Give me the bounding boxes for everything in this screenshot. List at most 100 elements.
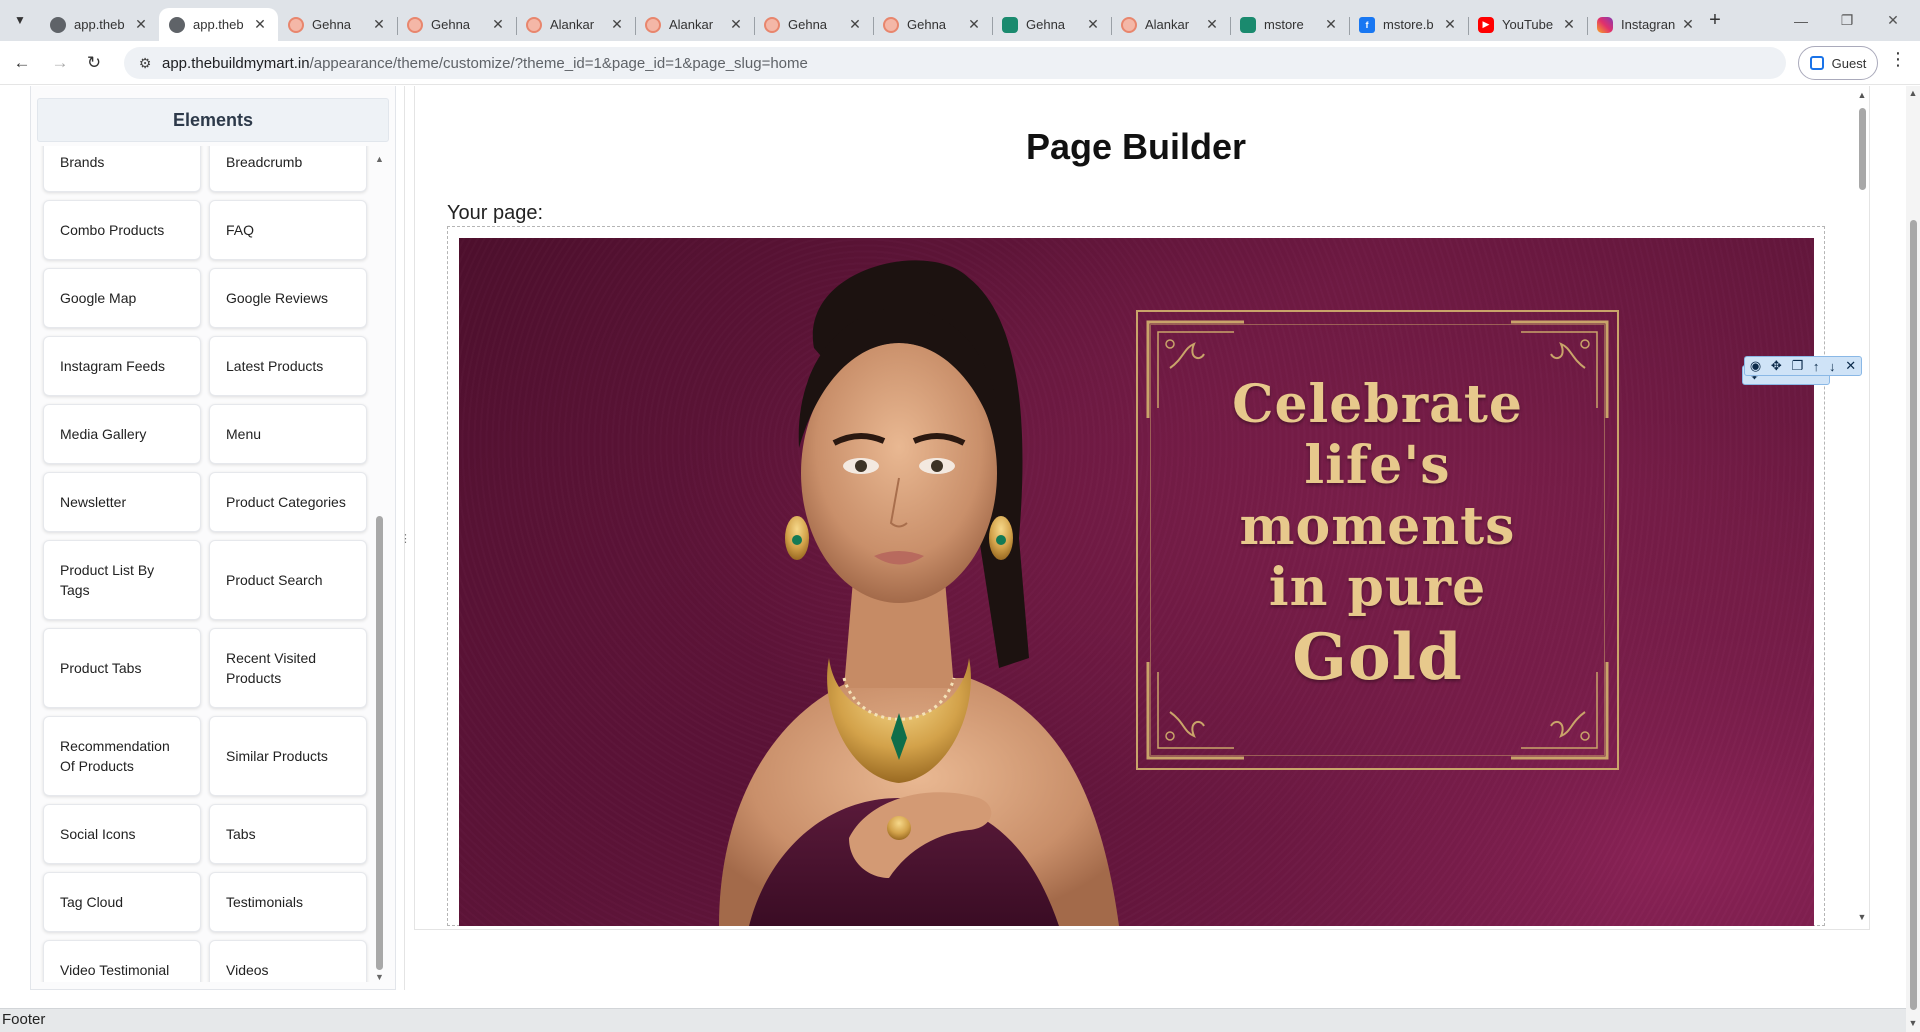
element-card[interactable]: Tag Cloud — [43, 872, 201, 932]
tab-close-icon[interactable]: ✕ — [1442, 16, 1458, 33]
elements-scroll-thumb[interactable] — [376, 516, 383, 970]
url-text[interactable]: app.thebuildmymart.in/appearance/theme/c… — [162, 55, 808, 72]
resize-handle-icon[interactable]: ⋮ — [400, 532, 411, 548]
element-card[interactable]: Google Reviews — [209, 268, 367, 328]
builder-scroll-thumb[interactable] — [1859, 108, 1866, 190]
facebook-icon: f — [1359, 16, 1375, 33]
tab-search-chevron-icon[interactable]: ▼ — [8, 8, 32, 32]
tab-close-icon[interactable]: ✕ — [847, 16, 863, 33]
element-card[interactable]: Recommendation Of Products — [43, 716, 201, 796]
browser-tab[interactable]: Alankar ✕ — [516, 8, 635, 41]
profile-guest-button[interactable]: Guest — [1798, 46, 1878, 80]
page-scrollbar[interactable]: ▲ ▼ — [1906, 86, 1920, 1032]
element-card-label: Testimonials — [226, 894, 304, 910]
element-card[interactable]: Breadcrumb — [209, 146, 367, 192]
element-card[interactable]: Tabs — [209, 804, 367, 864]
tab-close-icon[interactable]: ✕ — [490, 16, 506, 33]
copy-icon[interactable]: ❐ — [1791, 358, 1803, 374]
scroll-up-arrow-icon[interactable]: ▲ — [1857, 90, 1867, 100]
gehna-icon — [288, 16, 304, 33]
element-card-label: Social Icons — [60, 826, 136, 842]
hero-line: life's — [1304, 435, 1451, 496]
browser-tab[interactable]: Gehna ✕ — [397, 8, 516, 41]
browser-tab[interactable]: Alankar ✕ — [1111, 8, 1230, 41]
page-dropzone[interactable]: Celebrate life's moments in pure Gold ✥ … — [447, 226, 1862, 926]
element-card-label: Tabs — [226, 826, 256, 842]
scroll-down-arrow-icon[interactable]: ▼ — [1908, 1018, 1918, 1028]
element-card[interactable]: Video Testimonial — [43, 940, 201, 982]
tab-close-icon[interactable]: ✕ — [371, 16, 387, 33]
forward-arrow-icon[interactable]: → — [46, 49, 74, 77]
element-card[interactable]: Product Search — [209, 540, 367, 620]
move-icon[interactable]: ✥ — [1771, 358, 1782, 374]
page-scroll-thumb[interactable] — [1910, 220, 1917, 1010]
element-card[interactable]: Product List By Tags — [43, 540, 201, 620]
tab-close-icon[interactable]: ✕ — [1085, 16, 1101, 33]
browser-tab[interactable]: Gehna ✕ — [992, 8, 1111, 41]
browser-tab[interactable]: ▶ YouTube ✕ — [1468, 8, 1587, 41]
element-card[interactable]: Recent Visited Products — [209, 628, 367, 708]
builder-scrollbar[interactable]: ▲ ▼ — [1855, 86, 1869, 926]
element-card[interactable]: Latest Products — [209, 336, 367, 396]
browser-tab[interactable]: app.theb ✕ — [159, 8, 278, 41]
address-bar[interactable]: ⚙ app.thebuildmymart.in/appearance/theme… — [124, 47, 1786, 79]
tab-close-icon[interactable]: ✕ — [1204, 16, 1220, 33]
tab-close-icon[interactable]: ✕ — [133, 16, 149, 33]
tab-close-icon[interactable]: ✕ — [728, 16, 744, 33]
browser-tab[interactable]: Instagran ✕ — [1587, 8, 1706, 41]
back-arrow-icon[interactable]: ← — [8, 49, 36, 77]
window-close-icon[interactable]: ✕ — [1870, 0, 1916, 41]
site-info-icon[interactable]: ⚙ — [128, 55, 162, 72]
tab-label: Alankar — [550, 17, 595, 32]
browser-tab[interactable]: app.theb ✕ — [40, 8, 159, 41]
reload-icon[interactable]: ↻ — [80, 49, 108, 77]
restore-icon[interactable]: ❐ — [1824, 0, 1870, 41]
element-card-label: Menu — [226, 426, 262, 442]
element-card-label: Newsletter — [60, 494, 127, 510]
element-card[interactable]: Brands — [43, 146, 201, 192]
elements-list-scroll[interactable]: Brands Breadcrumb Combo Products FAQ Google … — [37, 146, 389, 982]
footer-section[interactable]: Footer — [0, 1008, 1906, 1032]
element-card[interactable]: Instagram Feeds — [43, 336, 201, 396]
hero-banner[interactable]: Celebrate life's moments in pure Gold — [459, 238, 1814, 926]
tab-label: app.theb — [193, 17, 244, 32]
scroll-down-arrow-icon[interactable]: ▼ — [1857, 912, 1867, 922]
element-card[interactable]: Newsletter — [43, 472, 201, 532]
element-card[interactable]: Combo Products — [43, 200, 201, 260]
scroll-down-arrow-icon[interactable]: ▼ — [375, 972, 384, 982]
elements-panel: Elements Brands Breadcrumb Combo Products F… — [30, 86, 396, 990]
element-card[interactable]: Menu — [209, 404, 367, 464]
element-card[interactable]: Product Categories — [209, 472, 367, 532]
minimize-icon[interactable]: — — [1778, 0, 1824, 41]
eye-icon[interactable]: ◉ — [1750, 358, 1761, 374]
browser-tab[interactable]: Gehna ✕ — [754, 8, 873, 41]
tab-close-icon[interactable]: ✕ — [1323, 16, 1339, 33]
arrow-down-icon[interactable]: ↓ — [1829, 359, 1836, 374]
browser-tab[interactable]: mstore ✕ — [1230, 8, 1349, 41]
tab-close-icon[interactable]: ✕ — [1680, 16, 1696, 33]
element-card-label: Tag Cloud — [60, 894, 124, 910]
new-tab-plus-icon[interactable]: + — [1702, 8, 1728, 34]
browser-menu-icon[interactable]: ⋮ — [1886, 49, 1910, 77]
scroll-up-arrow-icon[interactable]: ▲ — [1908, 88, 1918, 98]
element-card[interactable]: Product Tabs — [43, 628, 201, 708]
element-card[interactable]: FAQ — [209, 200, 367, 260]
browser-tab[interactable]: Gehna ✕ — [278, 8, 397, 41]
element-card[interactable]: Videos — [209, 940, 367, 982]
element-card[interactable]: Similar Products — [209, 716, 367, 796]
element-card[interactable]: Google Map — [43, 268, 201, 328]
element-card[interactable]: Social Icons — [43, 804, 201, 864]
element-card[interactable]: Media Gallery — [43, 404, 201, 464]
tab-close-icon[interactable]: ✕ — [1561, 16, 1577, 33]
arrow-up-icon[interactable]: ↑ — [1813, 359, 1820, 374]
tab-close-icon[interactable]: ✕ — [966, 16, 982, 33]
page-builder-canvas: Page Builder Your page: Celebrate life's… — [414, 86, 1870, 930]
element-card[interactable]: Testimonials — [209, 872, 367, 932]
browser-tab[interactable]: Gehna ✕ — [873, 8, 992, 41]
tab-close-icon[interactable]: ✕ — [252, 16, 268, 33]
browser-tab[interactable]: f mstore.b ✕ — [1349, 8, 1468, 41]
browser-tab[interactable]: Alankar ✕ — [635, 8, 754, 41]
tab-close-icon[interactable]: ✕ — [609, 16, 625, 33]
scroll-up-arrow-icon[interactable]: ▲ — [375, 154, 384, 164]
elements-scrollbar[interactable]: ▲ ▼ — [373, 154, 385, 982]
